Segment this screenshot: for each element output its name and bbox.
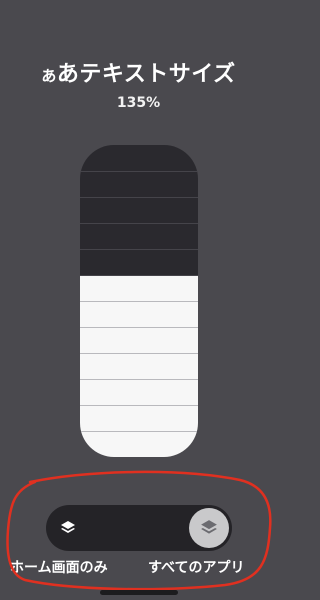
slider-step-divider <box>80 197 198 198</box>
text-size-slider[interactable] <box>80 145 198 457</box>
small-a-glyph: あ <box>41 67 57 85</box>
scope-toggle[interactable] <box>46 505 232 551</box>
toggle-knob[interactable] <box>189 508 229 548</box>
slider-step-divider <box>80 171 198 172</box>
slider-step-divider <box>80 353 198 354</box>
slider-step-divider <box>80 405 198 406</box>
slider-fill <box>80 275 198 457</box>
slider-step-divider <box>80 327 198 328</box>
slider-step-divider <box>80 249 198 250</box>
home-indicator <box>100 590 178 595</box>
home-screen-only-label[interactable]: ホーム画面のみ <box>10 557 108 577</box>
slider-step-divider <box>80 301 198 302</box>
text-size-title: ああテキストサイズ <box>0 56 277 88</box>
all-apps-label[interactable]: すべてのアプリ <box>148 557 244 577</box>
text-size-percent: 135% <box>116 95 161 111</box>
title-text: あテキストサイズ <box>56 62 236 87</box>
layers-icon[interactable] <box>60 520 76 536</box>
slider-step-divider <box>80 379 198 380</box>
slider-step-divider <box>80 223 198 224</box>
slider-step-divider <box>80 275 198 276</box>
layers-icon <box>201 520 217 534</box>
slider-step-divider <box>80 431 198 432</box>
